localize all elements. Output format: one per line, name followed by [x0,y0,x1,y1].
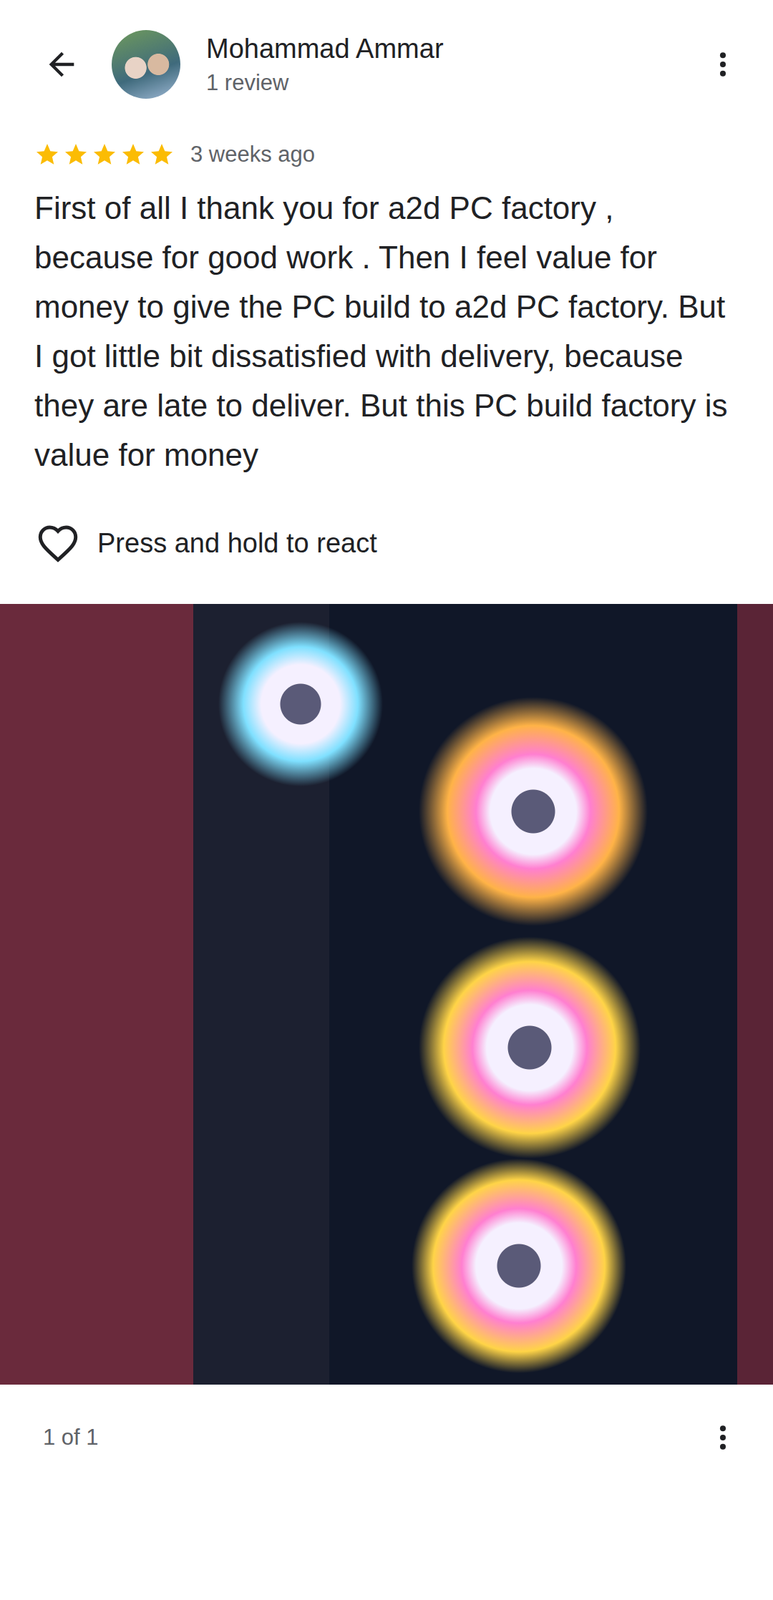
more-button[interactable] [701,42,745,86]
review-count: 1 review [206,69,702,97]
react-button[interactable]: Press and hold to react [34,519,739,605]
avatar[interactable] [111,30,181,99]
heart-icon [34,519,82,567]
star-rating [34,141,175,168]
photo-counter: 1 of 1 [42,1425,99,1451]
review-page: Mohammad Ammar 1 review 3 weeks ago First o… [0,0,773,1600]
react-label: Press and hold to react [97,528,378,559]
review-time: 3 weeks ago [190,141,315,168]
reviewer-name[interactable]: Mohammad Ammar [206,32,702,66]
review-text: First of all I thank you for a2d PC fact… [34,183,739,480]
photo-footer: 1 of 1 [0,1384,773,1460]
star-icon [120,141,147,168]
review: 3 weeks ago First of all I thank you for … [0,101,773,605]
star-icon [148,141,175,168]
star-icon [62,141,89,168]
more-vertical-icon [707,1422,739,1454]
back-button[interactable] [40,42,84,86]
star-icon [91,141,118,168]
photo-more-button[interactable] [701,1416,745,1460]
reviewer: Mohammad Ammar 1 review [206,32,702,97]
back-arrow-icon [42,45,81,84]
more-vertical-icon [707,48,739,81]
review-photo[interactable] [0,604,773,1385]
review-meta: 3 weeks ago [34,141,739,168]
header: Mohammad Ammar 1 review [0,0,773,102]
star-icon [34,141,61,168]
